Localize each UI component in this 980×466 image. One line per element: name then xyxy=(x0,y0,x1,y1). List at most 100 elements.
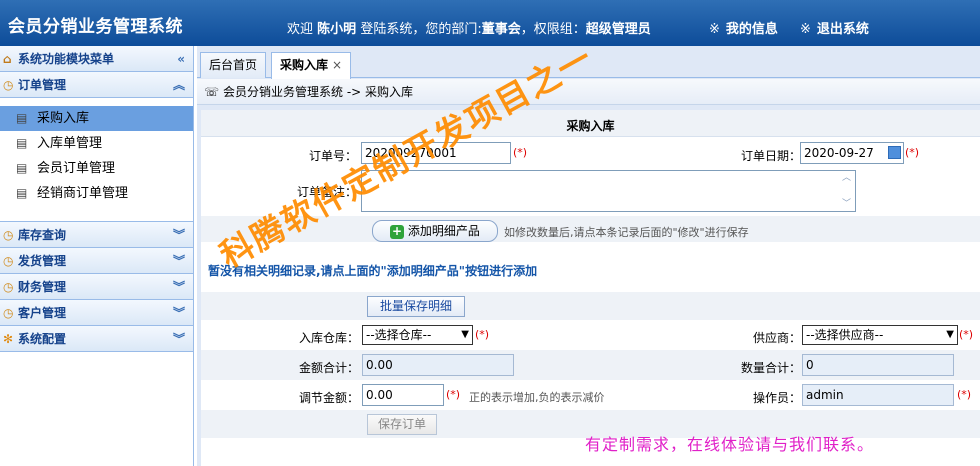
sidebar-item-label: 采购入库 xyxy=(37,111,90,126)
clock-icon: ◷ xyxy=(3,78,14,92)
sidebar: ⌂ 系统功能模块菜单 « ◷ 订单管理 ︽ ▤ 采购入库 ▤ 入库单管理 ▤ 会… xyxy=(0,46,194,466)
sidebar-group-customer[interactable]: ◷ 客户管理 ︾ xyxy=(0,300,193,326)
add-detail-note: 如修改数量后,请点本条记录后面的"修改"进行保存 xyxy=(504,226,749,239)
warehouse-row: 入库仓库： --选择仓库-- ▼ (*) 供应商： --选择供应商-- ▼ (*… xyxy=(201,320,980,350)
sidebar-menu-header[interactable]: ⌂ 系统功能模块菜单 « xyxy=(0,46,193,72)
tab-label: 采购入库 xyxy=(280,58,329,72)
warehouse-selected: --选择仓库-- xyxy=(366,328,432,342)
scroll-down-icon[interactable]: ﹀ xyxy=(839,198,854,210)
tab-bar: 后台首页 采购入库 × xyxy=(197,46,980,79)
totals-row: 金额合计： 0.00 数量合计： 0 xyxy=(201,350,980,380)
order-no-row: 订单号： 202009270001 (*) 订单日期： 2020-09-27 (… xyxy=(201,138,980,168)
calendar-icon[interactable] xyxy=(888,146,901,159)
amount-total-field: 0.00 xyxy=(362,354,514,376)
sidebar-item-label: 经销商订单管理 xyxy=(37,186,129,201)
sidebar-item-member-orders[interactable]: ▤ 会员订单管理 xyxy=(0,156,193,181)
logout-label: 退出系统 xyxy=(816,22,869,37)
warehouse-select[interactable]: --选择仓库-- ▼ xyxy=(362,325,473,345)
chevron-down-icon: ︾ xyxy=(172,332,185,346)
remark-row: 订单备注： ︿ ﹀ xyxy=(201,168,980,216)
tab-purchase-in[interactable]: 采购入库 × xyxy=(271,52,352,79)
operator-label: 操作员： xyxy=(753,391,802,405)
sidebar-item-label: 会员订单管理 xyxy=(37,161,116,176)
form-title: 采购入库 xyxy=(566,119,615,133)
order-date-field[interactable]: 2020-09-27 xyxy=(800,142,904,164)
add-detail-row: + 添加明细产品 如修改数量后,请点本条记录后面的"修改"进行保存 xyxy=(201,216,980,242)
chevron-down-icon: ︾ xyxy=(172,306,185,320)
sidebar-group-label: 订单管理 xyxy=(18,78,67,92)
clock-icon: ◷ xyxy=(3,254,14,268)
qty-total-label: 数量合计： xyxy=(741,361,802,375)
required-mark: (*) xyxy=(905,146,920,159)
order-no-field[interactable]: 202009270001 xyxy=(361,142,511,164)
chevron-down-icon: ▼ xyxy=(946,329,954,340)
tab-home[interactable]: 后台首页 xyxy=(200,52,267,78)
gear-icon: ✻ xyxy=(3,332,14,346)
adjust-note: 正的表示增加,负的表示减价 xyxy=(469,391,605,404)
role-name: 超级管理员 xyxy=(585,22,651,37)
supplier-selected: --选择供应商-- xyxy=(806,328,884,342)
role-prefix: ，权限组： xyxy=(520,22,586,37)
scroll-up-icon[interactable]: ︿ xyxy=(839,172,854,184)
sidebar-group-finance[interactable]: ◷ 财务管理 ︾ xyxy=(0,274,193,300)
sidebar-menu-title: 系统功能模块菜单 xyxy=(18,52,115,66)
order-no-label: 订单号： xyxy=(309,149,358,163)
clock-icon: ◷ xyxy=(3,306,14,320)
sidebar-group-stock[interactable]: ◷ 库存查询 ︾ xyxy=(0,222,193,248)
document-icon: ▤ xyxy=(16,161,28,175)
operator-field: admin xyxy=(802,384,954,406)
adjust-label: 调节金额： xyxy=(299,391,360,405)
document-icon: ▤ xyxy=(16,136,28,150)
my-info-link[interactable]: ※ 我的信息 xyxy=(709,18,778,37)
remark-label: 订单备注： xyxy=(297,185,358,199)
sidebar-group-shipping[interactable]: ◷ 发货管理 ︾ xyxy=(0,248,193,274)
sidebar-group-config[interactable]: ✻ 系统配置 ︾ xyxy=(0,326,193,352)
chevron-down-icon: ︾ xyxy=(172,254,185,268)
qty-total-field: 0 xyxy=(802,354,954,376)
supplier-select[interactable]: --选择供应商-- ▼ xyxy=(802,325,958,345)
batch-save-button[interactable]: 批量保存明细 xyxy=(367,296,465,317)
breadcrumb-text: 会员分销业务管理系统 -> 采购入库 xyxy=(223,85,414,99)
sidebar-group-label: 客户管理 xyxy=(18,306,67,320)
textarea-scrollbar[interactable]: ︿ ﹀ xyxy=(839,172,854,210)
clock-icon: ◷ xyxy=(3,280,14,294)
my-info-label: 我的信息 xyxy=(725,22,778,37)
collapse-left-icon[interactable]: « xyxy=(177,46,185,72)
no-detail-row: 暂没有相关明细记录,请点上面的"添加明细产品"按钮进行添加 xyxy=(201,252,980,292)
welcome-mid: 登陆系统，您的部门: xyxy=(360,22,482,37)
remark-textarea[interactable] xyxy=(361,170,856,212)
purchase-form: 采购入库 订单号： 202009270001 (*) 订单日期： 2020-09… xyxy=(201,110,980,466)
form-title-row: 采购入库 xyxy=(201,110,980,137)
asterisk-mark: ※ xyxy=(709,22,720,37)
chevron-down-icon: ▼ xyxy=(461,329,469,340)
supplier-label: 供应商： xyxy=(753,331,802,345)
add-detail-button[interactable]: + 添加明细产品 xyxy=(372,220,498,242)
department-name: 董事会 xyxy=(481,22,521,37)
sidebar-group-order[interactable]: ◷ 订单管理 ︽ xyxy=(0,72,193,98)
order-date-label: 订单日期： xyxy=(741,149,802,163)
no-detail-message: 暂没有相关明细记录,请点上面的"添加明细产品"按钮进行添加 xyxy=(208,264,538,278)
batch-save-row: 批量保存明细 xyxy=(201,292,980,320)
amount-total-label: 金额合计： xyxy=(299,361,360,375)
sidebar-item-purchase-in[interactable]: ▤ 采购入库 xyxy=(0,106,193,131)
logout-link[interactable]: ※ 退出系统 xyxy=(800,18,869,37)
sidebar-group-label: 财务管理 xyxy=(18,280,67,294)
app-title: 会员分销业务管理系统 xyxy=(8,17,183,37)
sidebar-order-items: ▤ 采购入库 ▤ 入库单管理 ▤ 会员订单管理 ▤ 经销商订单管理 xyxy=(0,98,193,222)
sidebar-group-label: 系统配置 xyxy=(18,332,67,346)
document-icon: ▤ xyxy=(16,111,28,125)
top-header: 会员分销业务管理系统 欢迎 陈小明 登陆系统，您的部门:董事会，权限组：超级管理… xyxy=(0,0,980,46)
clock-icon: ◷ xyxy=(3,228,14,242)
sidebar-item-dealer-orders[interactable]: ▤ 经销商订单管理 xyxy=(0,181,193,206)
add-detail-label: 添加明细产品 xyxy=(407,224,480,238)
order-date-value: 2020-09-27 xyxy=(804,146,874,160)
tab-label: 后台首页 xyxy=(209,58,258,72)
sidebar-item-inbound-manage[interactable]: ▤ 入库单管理 xyxy=(0,131,193,156)
phone-icon: ☏ xyxy=(204,85,220,99)
home-icon: ⌂ xyxy=(3,52,12,66)
main-panel: 后台首页 采购入库 × ☏ 会员分销业务管理系统 -> 采购入库 采购入库 订单号… xyxy=(197,46,980,466)
adjust-amount-field[interactable]: 0.00 xyxy=(362,384,444,406)
save-order-button[interactable]: 保存订单 xyxy=(367,414,437,435)
required-mark: (*) xyxy=(475,328,490,341)
close-icon[interactable]: × xyxy=(332,58,342,72)
